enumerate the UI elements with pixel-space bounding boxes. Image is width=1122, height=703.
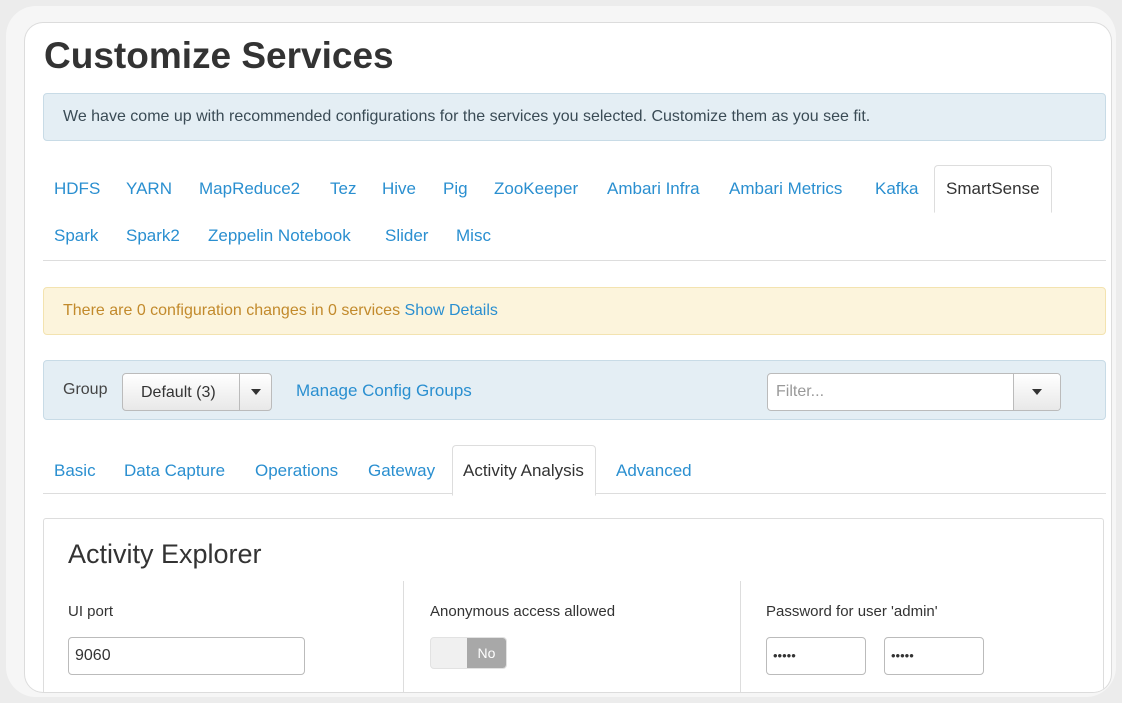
info-banner: We have come up with recommended configu… [43,93,1106,141]
service-tabs: HDFS YARN MapReduce2 Tez Hive Pig ZooKee… [43,165,1106,261]
tab-slider[interactable]: Slider [385,226,428,246]
tab-ambari-infra[interactable]: Ambari Infra [607,179,700,199]
tab-gateway[interactable]: Gateway [368,461,435,481]
config-group-bar: Group Default (3) Manage Config Groups [43,360,1106,420]
tab-spark2[interactable]: Spark2 [126,226,180,246]
tab-activity-analysis[interactable]: Activity Analysis [452,445,596,496]
tab-data-capture[interactable]: Data Capture [124,461,225,481]
tab-zookeeper[interactable]: ZooKeeper [494,179,578,199]
tab-misc[interactable]: Misc [456,226,491,246]
admin-password-column: Password for user 'admin' ••••• ••••• [741,581,1105,692]
caret-down-icon [1032,389,1042,395]
ui-port-input[interactable]: 9060 [68,637,305,675]
anonymous-access-toggle[interactable]: No [430,637,507,669]
tab-hive[interactable]: Hive [382,179,416,199]
tab-spark[interactable]: Spark [54,226,98,246]
tab-hdfs[interactable]: HDFS [54,179,100,199]
tab-zeppelin-notebook[interactable]: Zeppelin Notebook [208,226,351,246]
tab-yarn[interactable]: YARN [126,179,172,199]
page-title: Customize Services [44,35,394,76]
password-confirm-input[interactable]: ••••• [884,637,984,675]
filter-dropdown-button[interactable] [1013,374,1060,410]
ui-port-label: UI port [68,603,114,620]
window-frame: Customize Services We have come up with … [6,6,1116,697]
ui-port-column: UI port 9060 [44,581,403,692]
group-select[interactable]: Default (3) [122,373,272,411]
anonymous-access-label: Anonymous access allowed [430,603,616,620]
show-details-link[interactable]: Show Details [405,302,498,319]
tab-smartsense[interactable]: SmartSense [934,165,1052,213]
activity-explorer-panel: Activity Explorer UI port 9060 Anonymous… [43,518,1104,692]
admin-password-label: Password for user 'admin' [766,603,938,620]
manage-config-groups-link[interactable]: Manage Config Groups [296,381,472,401]
tab-tez[interactable]: Tez [330,179,356,199]
changes-alert: There are 0 configuration changes in 0 s… [43,287,1106,335]
caret-down-icon [251,389,261,395]
filter-combo [767,373,1061,411]
config-tabs: Basic Data Capture Operations Gateway Ac… [43,445,1106,496]
panel-title: Activity Explorer [68,539,262,569]
changes-alert-text: There are 0 configuration changes in 0 s… [63,302,401,319]
group-dropdown-button[interactable] [239,374,271,410]
toggle-state: No [467,638,506,668]
tab-kafka[interactable]: Kafka [875,179,918,199]
main-card: Customize Services We have come up with … [25,23,1111,692]
group-label: Group [63,381,108,398]
filter-input[interactable] [768,374,1014,410]
tab-operations[interactable]: Operations [255,461,338,481]
tab-pig[interactable]: Pig [443,179,468,199]
password-input[interactable]: ••••• [766,637,866,675]
tab-mapreduce2[interactable]: MapReduce2 [199,179,300,199]
group-select-value: Default (3) [141,384,216,401]
tab-ambari-metrics[interactable]: Ambari Metrics [729,179,842,199]
tab-basic[interactable]: Basic [54,461,96,481]
anonymous-access-column: Anonymous access allowed No [403,581,741,692]
tab-advanced[interactable]: Advanced [616,461,692,481]
